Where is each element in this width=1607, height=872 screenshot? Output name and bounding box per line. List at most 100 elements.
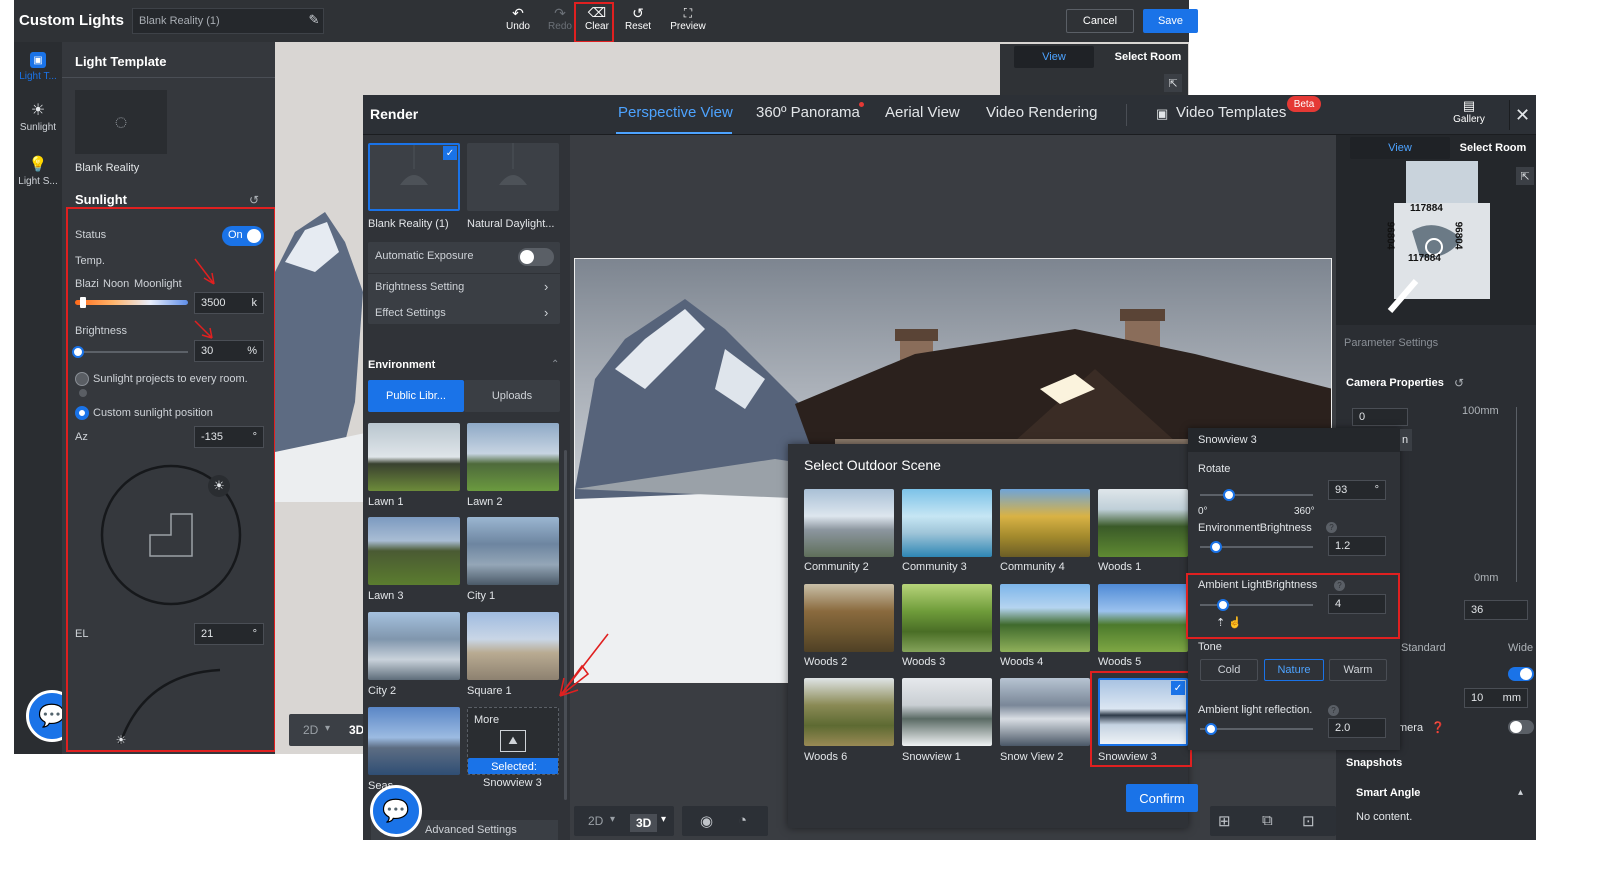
scene-thumb-community-2[interactable]	[804, 489, 894, 557]
render-mode-3d[interactable]: 3D	[630, 814, 658, 832]
ambient-brightness-slider-handle[interactable]	[1216, 599, 1229, 611]
radio-custom-position[interactable]	[75, 406, 89, 420]
camera-option-toggle[interactable]	[1508, 720, 1534, 734]
preset-card-blank-reality[interactable]: ✓	[368, 143, 460, 211]
reset-button[interactable]: ↺ Reset	[620, 5, 656, 39]
close-icon[interactable]: ✕	[1509, 100, 1535, 130]
save-button[interactable]: Save	[1143, 9, 1198, 33]
scene-thumb-woods-6[interactable]	[804, 678, 894, 746]
expand-icon[interactable]: ⇱	[1516, 167, 1534, 185]
help-icon[interactable]: ?	[1326, 522, 1337, 533]
env-thumb-seaside[interactable]	[368, 707, 460, 775]
tab-360-panorama[interactable]: 360º Panorama	[756, 104, 860, 121]
lens-toggle[interactable]	[1508, 667, 1534, 681]
environment-brightness-input[interactable]: 1.2	[1328, 536, 1386, 556]
environment-brightness-slider-handle[interactable]	[1209, 541, 1222, 553]
preview-button[interactable]: ⛶ Preview	[666, 5, 710, 39]
ambient-brightness-slider-track[interactable]	[1200, 599, 1313, 611]
expand-icon[interactable]: ⇱	[1164, 74, 1182, 92]
az-input[interactable]: -135 °	[194, 426, 264, 448]
elevation-sun-icon[interactable]: ☀	[111, 730, 131, 750]
status-toggle[interactable]: On	[222, 226, 264, 246]
radio-every-room[interactable]	[75, 372, 89, 386]
clipping-distance-input[interactable]: 10 mm	[1464, 688, 1528, 708]
scene-thumb-snow-view-2[interactable]	[1000, 678, 1090, 746]
env-thumb-lawn-3[interactable]	[368, 517, 460, 585]
rotate-slider-track[interactable]	[1200, 489, 1313, 501]
focus-icon[interactable]: ⊡	[1302, 812, 1315, 830]
tab-view[interactable]: View	[1350, 137, 1450, 159]
template-card-blank-reality[interactable]: ◌	[75, 90, 167, 154]
tab-perspective-view[interactable]: Perspective View	[618, 104, 733, 121]
env-thumb-square-1[interactable]	[467, 612, 559, 680]
collapse-icon[interactable]: ▴	[1518, 787, 1523, 798]
scene-thumb-snowview-1[interactable]	[902, 678, 992, 746]
rotate-input[interactable]: 93 °	[1328, 480, 1386, 500]
help-icon[interactable]: ❓	[1431, 721, 1445, 734]
el-input[interactable]: 21 °	[194, 623, 264, 645]
help-icon[interactable]: ?	[1328, 705, 1339, 716]
env-thumb-city-1[interactable]	[467, 517, 559, 585]
gallery-button[interactable]: ▤ Gallery	[1447, 98, 1491, 132]
edit-pencil-icon[interactable]: ✎	[306, 12, 322, 28]
collapse-icon[interactable]: ⌃	[551, 359, 559, 370]
temp-slider-track[interactable]	[75, 300, 188, 305]
scene-thumb-woods-5[interactable]	[1098, 584, 1188, 652]
redo-button[interactable]: ↷ Redo	[542, 5, 578, 39]
tone-cold-button[interactable]: Cold	[1200, 659, 1258, 681]
sidebar-item-light-template[interactable]: ▣ Light T...	[14, 48, 62, 94]
sidebar-item-light-source[interactable]: 💡 Light S...	[14, 156, 62, 202]
brightness-slider-handle[interactable]	[72, 346, 84, 358]
sidebar-item-sunlight[interactable]: ☀ Sunlight	[14, 102, 62, 148]
brightness-input[interactable]: 30 %	[194, 340, 264, 362]
mode-2d[interactable]: 2D	[303, 723, 318, 737]
library-scrollbar[interactable]	[564, 450, 567, 800]
tab-view[interactable]: View	[1014, 46, 1094, 68]
tab-select-room[interactable]: Select Room	[1450, 137, 1536, 159]
ambient-reflection-slider-handle[interactable]	[1205, 723, 1218, 735]
grid-icon[interactable]: ⊞	[1218, 812, 1231, 830]
scene-thumb-woods-1[interactable]	[1098, 489, 1188, 557]
confirm-button[interactable]: Confirm	[1126, 784, 1198, 812]
compass-icon[interactable]: ◔	[738, 812, 747, 829]
ambient-reflection-input[interactable]: 2.0	[1328, 718, 1386, 738]
scene-thumb-community-4[interactable]	[1000, 489, 1090, 557]
auto-exposure-toggle[interactable]	[518, 248, 554, 266]
more-environments-card[interactable]: More ⛰ Selected:	[467, 707, 559, 775]
camera-angle-input[interactable]: 0	[1352, 408, 1408, 426]
env-thumb-lawn-1[interactable]	[368, 423, 460, 491]
camera-frame-icon[interactable]: ⧉	[1262, 812, 1273, 829]
temp-slider-handle[interactable]	[80, 297, 86, 308]
sun-position-handle-icon[interactable]: ☀	[208, 475, 230, 497]
scheme-name-field[interactable]: Blank Reality (1)	[132, 8, 324, 34]
render-mode-2d[interactable]: 2D	[588, 814, 603, 828]
tab-public-library[interactable]: Public Libr...	[368, 380, 464, 412]
rotate-slider-handle[interactable]	[1223, 489, 1236, 501]
tab-aerial-view[interactable]: Aerial View	[885, 104, 960, 121]
focal-ruler[interactable]	[1516, 407, 1517, 582]
scene-thumb-community-3[interactable]	[902, 489, 992, 557]
effect-settings-item[interactable]: Effect Settings	[375, 307, 446, 319]
tone-nature-button[interactable]: Nature	[1264, 659, 1324, 681]
environment-brightness-slider-track[interactable]	[1200, 541, 1313, 553]
cancel-button[interactable]: Cancel	[1066, 9, 1134, 33]
scene-thumb-woods-2[interactable]	[804, 584, 894, 652]
env-thumb-city-2[interactable]	[368, 612, 460, 680]
eye-icon[interactable]: ◉	[700, 812, 713, 830]
brightness-setting-item[interactable]: Brightness Setting	[375, 281, 464, 293]
focal-length-input[interactable]: 36	[1464, 600, 1528, 620]
clear-button[interactable]: ⌫ Clear	[579, 5, 615, 39]
help-icon[interactable]: ?	[1334, 580, 1345, 591]
tone-warm-button[interactable]: Warm	[1329, 659, 1387, 681]
temp-input[interactable]: 3500 k	[194, 292, 264, 314]
brightness-slider-track[interactable]	[72, 346, 188, 358]
env-thumb-lawn-2[interactable]	[467, 423, 559, 491]
chat-support-icon[interactable]: 💬	[370, 785, 422, 837]
reset-sunlight-icon[interactable]: ↺	[246, 192, 262, 208]
scene-thumb-woods-3[interactable]	[902, 584, 992, 652]
scene-thumb-woods-4[interactable]	[1000, 584, 1090, 652]
scene-thumb-snowview-3[interactable]: ✓	[1098, 678, 1188, 746]
tab-select-room[interactable]: Select Room	[1108, 46, 1188, 68]
tab-video-templates[interactable]: Video Templates	[1176, 104, 1286, 121]
ambient-brightness-input[interactable]: 4	[1328, 594, 1386, 614]
